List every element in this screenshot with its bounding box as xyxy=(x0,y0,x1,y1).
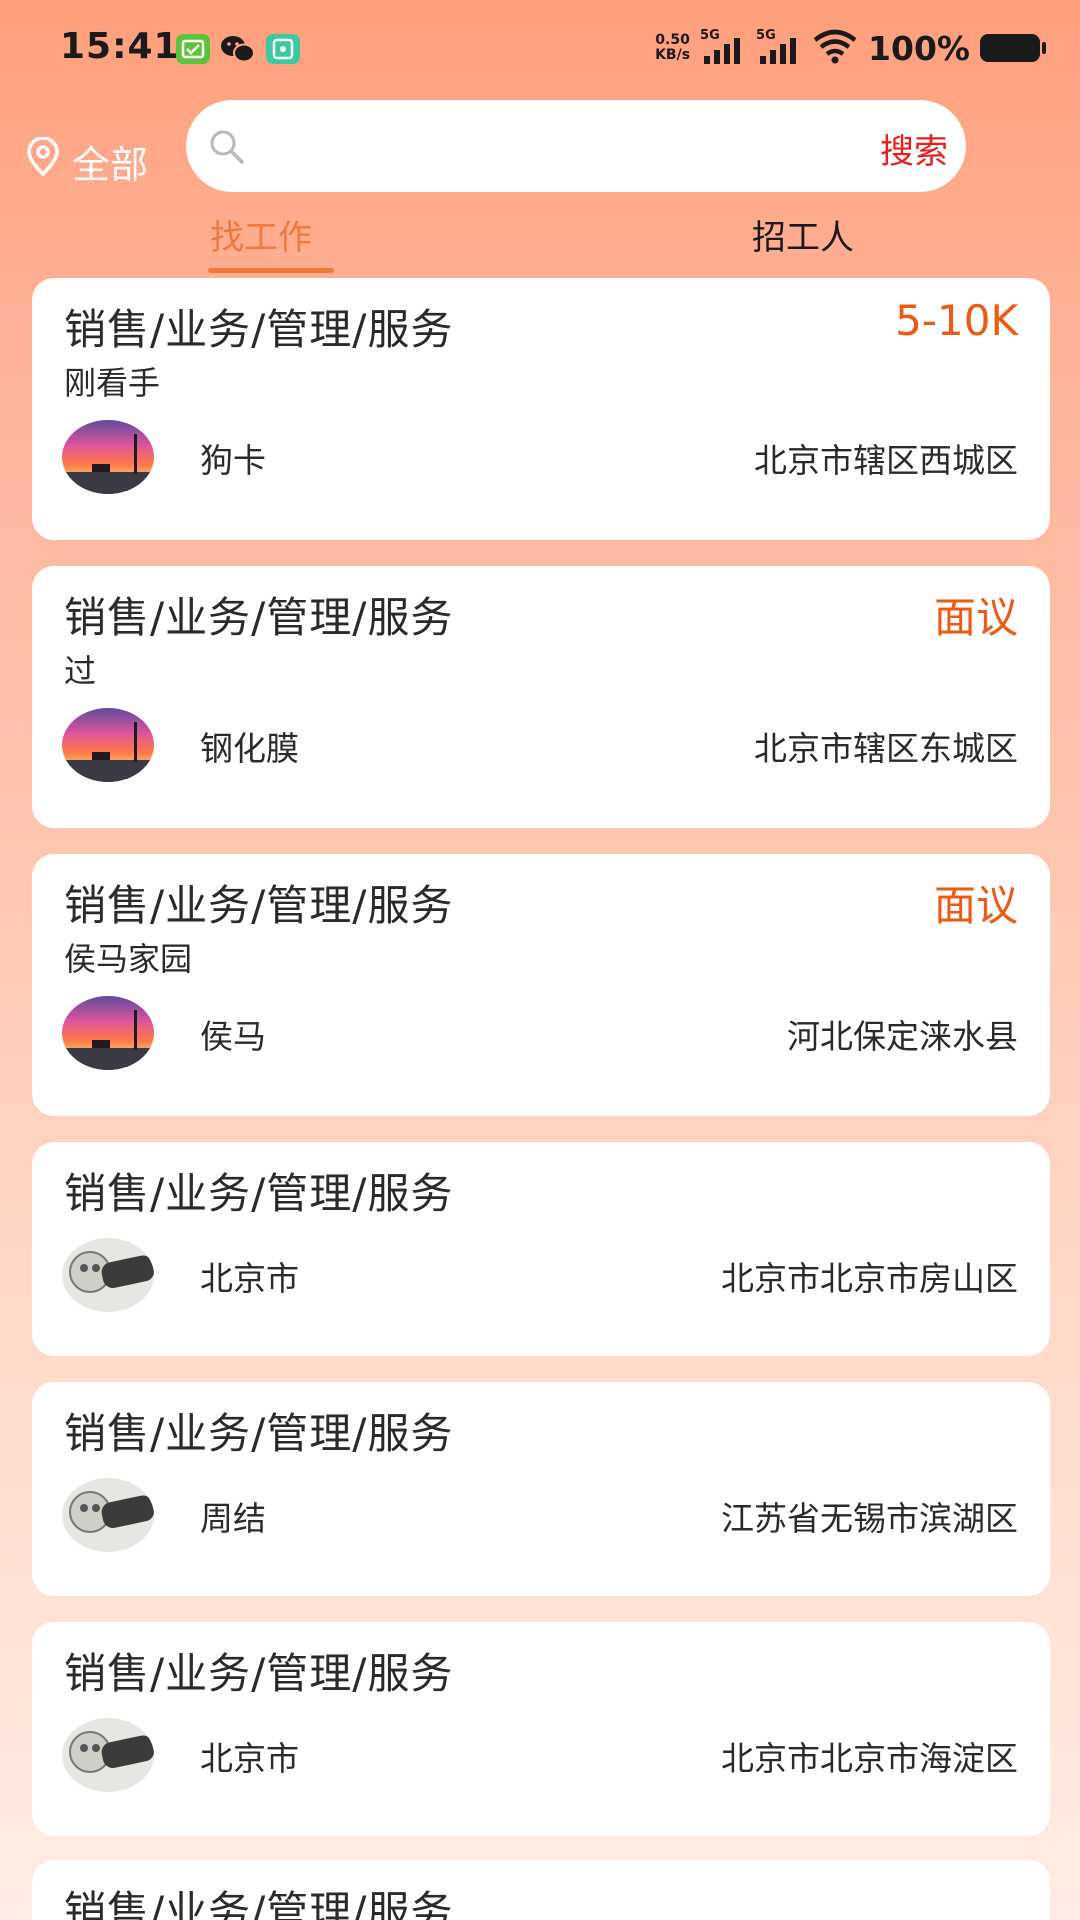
job-title: 销售/业务/管理/服务 xyxy=(64,881,454,930)
signal-icon: 5G xyxy=(756,28,802,68)
poster-name: 狗卡 xyxy=(200,441,266,480)
job-salary: 面议 xyxy=(933,593,1018,642)
job-card[interactable]: 销售/业务/管理/服务 周结 江苏省无锡市滨湖区 xyxy=(32,1382,1050,1596)
signal-icon: 5G xyxy=(700,28,746,68)
active-tab-indicator xyxy=(208,268,334,273)
job-location: 北京市辖区东城区 xyxy=(754,729,1018,768)
app-notification-icon xyxy=(266,34,300,64)
job-poster-row: 狗卡 北京市辖区西城区 xyxy=(62,420,1018,494)
job-subtitle: 侯马家园 xyxy=(64,940,193,978)
search-input[interactable] xyxy=(266,118,830,176)
search-button[interactable]: 搜索 xyxy=(880,124,948,173)
job-card[interactable]: 销售/业务/管理/服务 xyxy=(32,1860,1050,1920)
job-location: 江苏省无锡市滨湖区 xyxy=(721,1499,1018,1538)
job-location: 北京市北京市房山区 xyxy=(721,1259,1018,1298)
net-speed-unit: KB/s xyxy=(655,47,691,63)
job-location: 北京市辖区西城区 xyxy=(754,441,1018,480)
poster-name: 侯马 xyxy=(200,1017,266,1056)
job-poster-row: 北京市 北京市北京市海淀区 xyxy=(62,1718,1018,1792)
status-time: 15:41 xyxy=(60,26,180,67)
job-location: 河北保定涞水县 xyxy=(787,1017,1018,1056)
job-salary: 面议 xyxy=(933,881,1018,930)
job-title: 销售/业务/管理/服务 xyxy=(64,1409,454,1458)
net-speed-value: 0.50 xyxy=(655,32,690,48)
job-salary: 5-10K xyxy=(895,296,1018,345)
avatar xyxy=(62,1718,154,1792)
avatar xyxy=(62,1238,154,1312)
job-location: 北京市北京市海淀区 xyxy=(721,1739,1018,1778)
poster-name: 北京市 xyxy=(200,1739,299,1778)
job-title: 销售/业务/管理/服务 xyxy=(64,1169,454,1218)
battery-percent: 100% xyxy=(868,28,970,68)
wifi-icon xyxy=(812,28,858,68)
tab-hire-workers[interactable]: 招工人 xyxy=(752,210,854,259)
job-title: 销售/业务/管理/服务 xyxy=(64,1649,454,1698)
job-card[interactable]: 销售/业务/管理/服务 5-10K 刚看手 狗卡 北京市辖区西城区 xyxy=(32,278,1050,540)
job-title: 销售/业务/管理/服务 xyxy=(64,305,454,354)
tab-find-job[interactable]: 找工作 xyxy=(210,210,312,259)
poster-name: 钢化膜 xyxy=(200,729,299,768)
avatar xyxy=(62,420,154,494)
tab-bar: 找工作 招工人 xyxy=(0,210,1080,276)
job-poster-row: 周结 江苏省无锡市滨湖区 xyxy=(62,1478,1018,1552)
job-card[interactable]: 销售/业务/管理/服务 北京市 北京市北京市海淀区 xyxy=(32,1622,1050,1836)
job-card[interactable]: 销售/业务/管理/服务 面议 过 钢化膜 北京市辖区东城区 xyxy=(32,566,1050,828)
net-speed: 0.50 KB/s xyxy=(655,33,690,63)
location-selector[interactable]: 全部 xyxy=(24,134,148,189)
job-card[interactable]: 销售/业务/管理/服务 北京市 北京市北京市房山区 xyxy=(32,1142,1050,1356)
status-right: 0.50 KB/s 5G 5G 100% xyxy=(655,28,1046,68)
search-icon xyxy=(208,128,246,170)
job-poster-row: 侯马 河北保定涞水县 xyxy=(62,996,1018,1070)
wechat-icon xyxy=(220,34,255,64)
job-subtitle: 刚看手 xyxy=(64,364,161,402)
job-subtitle: 过 xyxy=(64,652,97,690)
search-bar: 搜索 xyxy=(186,100,966,192)
avatar xyxy=(62,708,154,782)
job-title: 销售/业务/管理/服务 xyxy=(64,593,454,642)
avatar xyxy=(62,1478,154,1552)
status-bar: 15:41 0.50 KB/s 5G 5G 100% xyxy=(0,0,1080,96)
location-pin-icon xyxy=(24,136,62,186)
poster-name: 北京市 xyxy=(200,1259,299,1298)
job-card[interactable]: 销售/业务/管理/服务 面议 侯马家园 侯马 河北保定涞水县 xyxy=(32,854,1050,1116)
job-poster-row: 钢化膜 北京市辖区东城区 xyxy=(62,708,1018,782)
job-poster-row: 北京市 北京市北京市房山区 xyxy=(62,1238,1018,1312)
avatar xyxy=(62,996,154,1070)
job-title: 销售/业务/管理/服务 xyxy=(64,1887,454,1920)
poster-name: 周结 xyxy=(200,1499,266,1538)
message-app-icon xyxy=(176,34,210,64)
battery-icon xyxy=(980,34,1046,62)
location-label: 全部 xyxy=(72,143,149,187)
